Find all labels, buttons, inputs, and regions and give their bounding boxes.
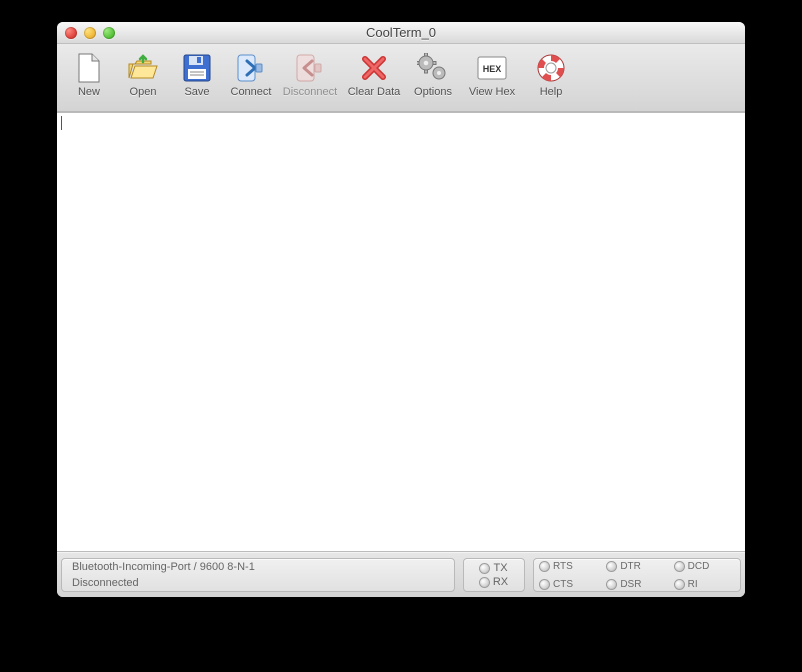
open-label: Open xyxy=(117,86,169,98)
flow-control-panel: RTS DTR DCD CTS DSR RI xyxy=(533,558,741,592)
rts-led xyxy=(540,562,549,571)
floppy-disk-icon xyxy=(171,51,223,85)
status-bar: Bluetooth-Incoming-Port / 9600 8-N-1 Dis… xyxy=(57,552,745,597)
connect-button[interactable]: Connect xyxy=(225,49,277,98)
viewhex-label: View Hex xyxy=(461,86,523,98)
dtr-led xyxy=(607,562,616,571)
minimize-window-button[interactable] xyxy=(84,27,96,39)
dcd-led xyxy=(675,562,684,571)
port-settings-text: Bluetooth-Incoming-Port / 9600 8-N-1 xyxy=(72,561,255,573)
options-label: Options xyxy=(407,86,459,98)
options-button[interactable]: Options xyxy=(407,49,459,98)
new-button[interactable]: New xyxy=(63,49,115,98)
help-label: Help xyxy=(525,86,577,98)
clear-x-icon xyxy=(343,51,405,85)
rts-label: RTS xyxy=(553,561,573,572)
dsr-led xyxy=(607,580,616,589)
new-label: New xyxy=(63,86,115,98)
ri-label: RI xyxy=(688,579,698,590)
terminal-area[interactable] xyxy=(57,112,745,552)
connection-state-text: Disconnected xyxy=(72,577,139,589)
text-cursor xyxy=(61,116,62,130)
rx-label: RX xyxy=(493,576,508,588)
view-hex-button[interactable]: HEX View Hex xyxy=(461,49,523,98)
title-bar: CoolTerm_0 xyxy=(57,22,745,44)
cts-led xyxy=(540,580,549,589)
gears-icon xyxy=(407,51,459,85)
save-button[interactable]: Save xyxy=(171,49,223,98)
cts-label: CTS xyxy=(553,579,573,590)
plug-disconnect-icon xyxy=(279,51,341,85)
txrx-panel: TX RX xyxy=(463,558,525,592)
dsr-label: DSR xyxy=(620,579,641,590)
help-button[interactable]: Help xyxy=(525,49,577,98)
ri-led xyxy=(675,580,684,589)
svg-text:HEX: HEX xyxy=(483,64,502,74)
window-title: CoolTerm_0 xyxy=(57,25,745,40)
toolbar: New Open Save Connect Disconnect xyxy=(57,44,745,112)
window-controls xyxy=(65,27,115,39)
folder-open-icon xyxy=(117,51,169,85)
clear-label: Clear Data xyxy=(343,86,405,98)
dtr-label: DTR xyxy=(620,561,641,572)
plug-connect-icon xyxy=(225,51,277,85)
hex-icon: HEX xyxy=(461,51,523,85)
connection-info-panel: Bluetooth-Incoming-Port / 9600 8-N-1 Dis… xyxy=(61,558,455,592)
disconnect-button: Disconnect xyxy=(279,49,341,98)
dcd-label: DCD xyxy=(688,561,710,572)
clear-data-button[interactable]: Clear Data xyxy=(343,49,405,98)
document-icon xyxy=(63,51,115,85)
lifebuoy-icon xyxy=(525,51,577,85)
app-window: CoolTerm_0 New Open Save Connect xyxy=(57,22,745,597)
rx-led xyxy=(480,578,489,587)
open-button[interactable]: Open xyxy=(117,49,169,98)
close-window-button[interactable] xyxy=(65,27,77,39)
tx-led xyxy=(480,564,489,573)
save-label: Save xyxy=(171,86,223,98)
connect-label: Connect xyxy=(225,86,277,98)
zoom-window-button[interactable] xyxy=(103,27,115,39)
tx-label: TX xyxy=(493,562,507,574)
disconnect-label: Disconnect xyxy=(279,86,341,98)
